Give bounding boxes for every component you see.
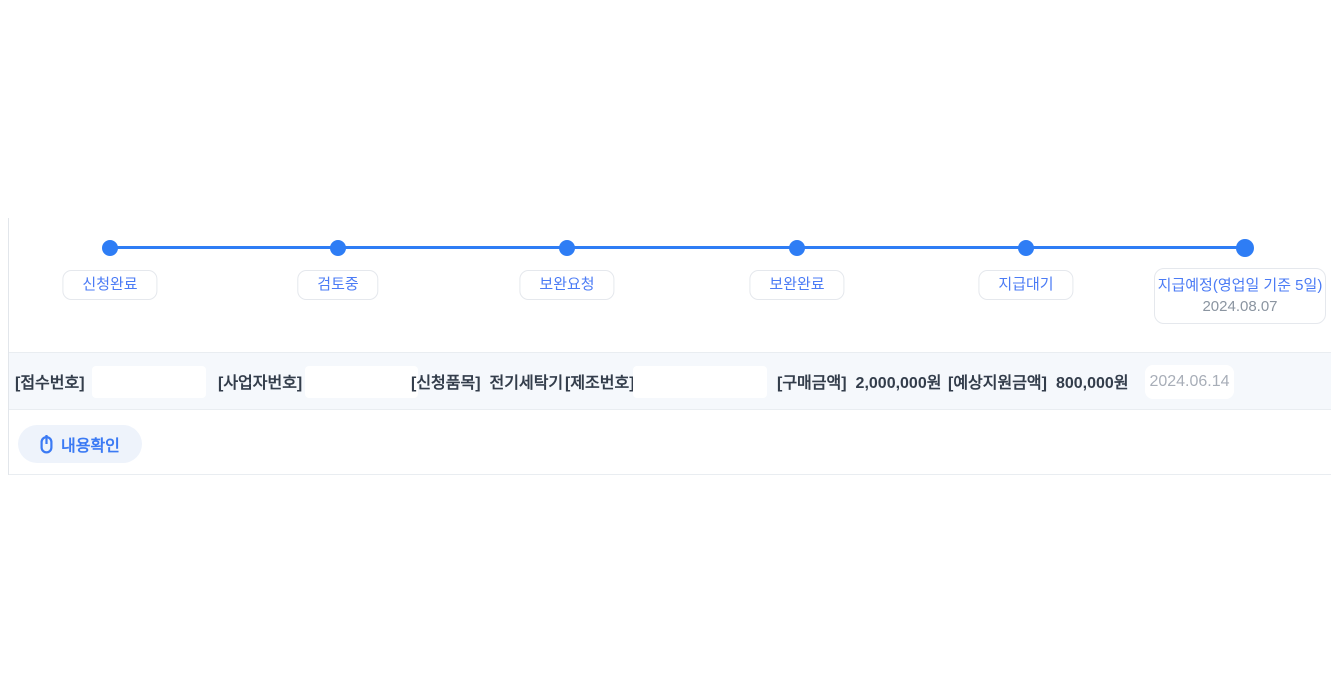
- timeline-dot: [559, 240, 575, 256]
- application-date: 2024.06.14: [1149, 373, 1229, 391]
- timeline-dot: [102, 240, 118, 256]
- purchase-amount-field: [구매금액] 2,000,000원: [777, 369, 941, 393]
- step-payment-scheduled-label: 지급예정(영업일 기준 5일): [1155, 276, 1325, 296]
- serial-number-field: [제조번호]: [565, 369, 635, 393]
- step-payment-scheduled-date: 2024.08.07: [1155, 296, 1325, 318]
- timeline-dot: [330, 240, 346, 256]
- item-label: [신청품목]: [411, 369, 481, 393]
- item-value: 전기세탁기: [490, 369, 564, 393]
- timeline-dot: [1018, 240, 1034, 256]
- receipt-number-value-redacted: [92, 366, 206, 398]
- expected-support-value: 800,000원: [1056, 369, 1129, 393]
- expected-support-label: [예상지원금액]: [948, 369, 1047, 393]
- step-under-review: 검토중: [297, 270, 378, 300]
- receipt-number-field: [접수번호]: [15, 369, 85, 393]
- paperclip-icon: [40, 435, 53, 454]
- check-content-button-label: 내용확인: [61, 432, 120, 456]
- container-bottom-border: [9, 474, 1331, 475]
- step-payment-scheduled: 지급예정(영업일 기준 5일) 2024.08.07: [1154, 268, 1326, 324]
- check-content-button[interactable]: 내용확인: [18, 425, 142, 463]
- timeline-dot-current: [1236, 239, 1254, 257]
- application-detail-row: [접수번호] [사업자번호] [신청품목] 전기세탁기 [제조번호] [구매금액…: [9, 352, 1331, 410]
- expected-support-field: [예상지원금액] 800,000원: [948, 369, 1129, 393]
- step-payment-waiting: 지급대기: [978, 270, 1073, 300]
- status-tracker-screen: 신청완료 검토중 보완요청 보완완료 지급대기 지급예정(영업일 기준 5일) …: [0, 0, 1331, 696]
- container-left-border: [8, 218, 9, 475]
- business-number-value-redacted: [305, 366, 418, 398]
- step-supplement-requested: 보완요청: [519, 270, 614, 300]
- purchase-amount-label: [구매금액]: [777, 369, 847, 393]
- timeline-dot: [789, 240, 805, 256]
- business-number-field: [사업자번호]: [218, 369, 302, 393]
- timeline-track: [110, 246, 1245, 249]
- purchase-amount-value: 2,000,000원: [856, 369, 942, 393]
- item-field: [신청품목] 전기세탁기: [411, 369, 563, 393]
- step-supplement-complete: 보완완료: [749, 270, 844, 300]
- receipt-number-label: [접수번호]: [15, 369, 85, 393]
- application-date-badge: 2024.06.14: [1145, 365, 1234, 399]
- serial-number-label: [제조번호]: [565, 369, 635, 393]
- serial-number-value-redacted: [633, 366, 767, 398]
- step-application-complete: 신청완료: [62, 270, 157, 300]
- business-number-label: [사업자번호]: [218, 369, 302, 393]
